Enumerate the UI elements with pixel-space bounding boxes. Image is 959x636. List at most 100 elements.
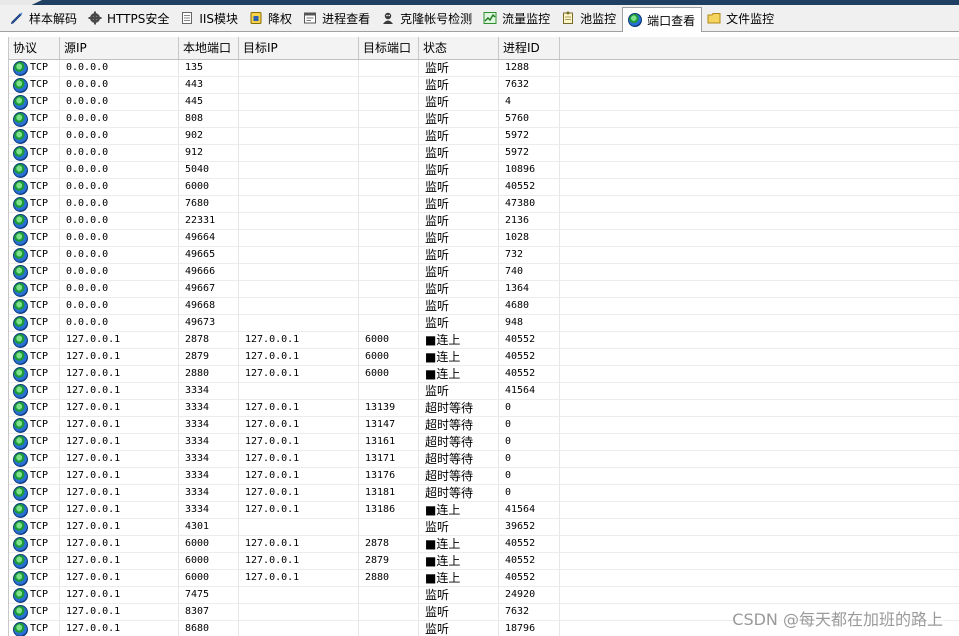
column-header-target-ip[interactable]: 目标IP (239, 37, 359, 59)
table-row[interactable]: TCP 0.0.0.0 5040 监听 10896 (9, 162, 959, 179)
cell-local-port: 3334 (179, 400, 239, 417)
table-row[interactable]: TCP 0.0.0.0 443 监听 7632 (9, 77, 959, 94)
cell-target-ip (239, 621, 359, 636)
table-row[interactable]: TCP 0.0.0.0 902 监听 5972 (9, 128, 959, 145)
cell-source-ip: 0.0.0.0 (60, 94, 179, 111)
tab-window[interactable]: 进程查看 (298, 7, 376, 29)
column-header-pid[interactable]: 进程ID (499, 37, 560, 59)
table-row[interactable]: TCP 127.0.0.1 3334 127.0.0.1 13186 ■连上 41564 (9, 502, 959, 519)
table-row[interactable]: TCP 127.0.0.1 3334 127.0.0.1 13181 超时等待 0 (9, 485, 959, 502)
table-row[interactable]: TCP 127.0.0.1 6000 127.0.0.1 2880 ■连上 40552 (9, 570, 959, 587)
cell-local-port: 6000 (179, 536, 239, 553)
table-row[interactable]: TCP 0.0.0.0 445 监听 4 (9, 94, 959, 111)
globe-icon (13, 553, 28, 569)
cell-state: 监听 (419, 247, 499, 264)
cell-target-port: 13176 (359, 468, 419, 485)
cell-local-port: 49664 (179, 230, 239, 247)
cell-local-port: 22331 (179, 213, 239, 230)
cell-protocol: TCP (9, 570, 60, 587)
cell-target-ip (239, 315, 359, 332)
column-header-source-ip[interactable]: 源IP (60, 37, 179, 59)
table-row[interactable]: TCP 0.0.0.0 49665 监听 732 (9, 247, 959, 264)
cell-source-ip: 127.0.0.1 (60, 349, 179, 366)
cell-filler (560, 196, 959, 213)
protocol-text: TCP (30, 555, 49, 566)
tab-document[interactable]: IIS模块 (175, 7, 244, 29)
cell-source-ip: 0.0.0.0 (60, 128, 179, 145)
protocol-text: TCP (30, 79, 49, 90)
table-row[interactable]: TCP 0.0.0.0 7680 监听 47380 (9, 196, 959, 213)
column-header-target-port[interactable]: 目标端口 (359, 37, 419, 59)
protocol-text: TCP (30, 351, 49, 362)
column-header-local-port[interactable]: 本地端口 (179, 37, 239, 59)
globe-icon (13, 604, 28, 620)
tab-notepad[interactable]: 池监控 (556, 7, 622, 29)
tab-gear[interactable]: HTTPS安全 (83, 7, 175, 29)
tab-user[interactable]: 克隆帐号检测 (376, 7, 478, 29)
table-row[interactable]: TCP 127.0.0.1 6000 127.0.0.1 2879 ■连上 40552 (9, 553, 959, 570)
table-row[interactable]: TCP 0.0.0.0 808 监听 5760 (9, 111, 959, 128)
port-table[interactable]: 协议 源IP 本地端口 目标IP 目标端口 状态 进程ID TCP 0.0.0.0 135 监听 1… (8, 37, 959, 636)
tab-label: 进程查看 (322, 11, 371, 26)
protocol-text: TCP (30, 606, 49, 617)
cell-local-port: 6000 (179, 570, 239, 587)
cell-protocol: TCP (9, 417, 60, 434)
table-row[interactable]: TCP 127.0.0.1 6000 127.0.0.1 2878 ■连上 40552 (9, 536, 959, 553)
cell-source-ip: 0.0.0.0 (60, 264, 179, 281)
cell-filler (560, 366, 959, 383)
cell-filler (560, 162, 959, 179)
cell-target-port (359, 179, 419, 196)
cell-source-ip: 0.0.0.0 (60, 281, 179, 298)
tab-label: 池监控 (580, 11, 617, 26)
tab-label: 流量监控 (502, 11, 551, 26)
cell-target-ip (239, 281, 359, 298)
table-row[interactable]: TCP 127.0.0.1 3334 127.0.0.1 13171 超时等待 0 (9, 451, 959, 468)
table-row[interactable]: TCP 0.0.0.0 49664 监听 1028 (9, 230, 959, 247)
cell-filler (560, 485, 959, 502)
table-row[interactable]: TCP 127.0.0.1 4301 监听 39652 (9, 519, 959, 536)
tab-lock[interactable]: 降权 (244, 7, 298, 29)
tab-label: 克隆帐号检测 (400, 11, 473, 26)
cell-pid: 0 (499, 451, 560, 468)
cell-filler (560, 570, 959, 587)
table-row[interactable]: TCP 127.0.0.1 3334 127.0.0.1 13176 超时等待 0 (9, 468, 959, 485)
column-header-protocol[interactable]: 协议 (9, 37, 60, 59)
globe-icon (13, 587, 28, 603)
pen-icon (9, 11, 24, 26)
table-row[interactable]: TCP 0.0.0.0 912 监听 5972 (9, 145, 959, 162)
tab-folder[interactable]: 文件监控 (702, 7, 780, 29)
cell-state: 监听 (419, 264, 499, 281)
tab-globe[interactable]: 端口查看 (622, 7, 703, 32)
table-row[interactable]: TCP 127.0.0.1 2880 127.0.0.1 6000 ■连上 40552 (9, 366, 959, 383)
table-row[interactable]: TCP 127.0.0.1 7475 监听 24920 (9, 587, 959, 604)
cell-filler (560, 383, 959, 400)
cell-pid: 40552 (499, 570, 560, 587)
protocol-text: TCP (30, 164, 49, 175)
table-row[interactable]: TCP 127.0.0.1 3334 监听 41564 (9, 383, 959, 400)
tab-pen[interactable]: 样本解码 (5, 7, 83, 29)
table-row[interactable]: TCP 0.0.0.0 49667 监听 1364 (9, 281, 959, 298)
table-row[interactable]: TCP 127.0.0.1 3334 127.0.0.1 13139 超时等待 0 (9, 400, 959, 417)
table-row[interactable]: TCP 127.0.0.1 3334 127.0.0.1 13147 超时等待 0 (9, 417, 959, 434)
cell-target-ip (239, 587, 359, 604)
table-row[interactable]: TCP 127.0.0.1 2878 127.0.0.1 6000 ■连上 40552 (9, 332, 959, 349)
tab-chart[interactable]: 流量监控 (478, 7, 556, 29)
protocol-text: TCP (30, 96, 49, 107)
table-row[interactable]: TCP 127.0.0.1 2879 127.0.0.1 6000 ■连上 40552 (9, 349, 959, 366)
cell-target-port (359, 621, 419, 636)
cell-state: 超时等待 (419, 451, 499, 468)
table-row[interactable]: TCP 0.0.0.0 49673 监听 948 (9, 315, 959, 332)
table-row[interactable]: TCP 127.0.0.1 3334 127.0.0.1 13161 超时等待 0 (9, 434, 959, 451)
cell-local-port: 4301 (179, 519, 239, 536)
column-header-state[interactable]: 状态 (419, 37, 499, 59)
table-row[interactable]: TCP 0.0.0.0 135 监听 1288 (9, 60, 959, 77)
cell-local-port: 3334 (179, 451, 239, 468)
table-row[interactable]: TCP 0.0.0.0 49666 监听 740 (9, 264, 959, 281)
table-row[interactable]: TCP 0.0.0.0 6000 监听 40552 (9, 179, 959, 196)
cell-source-ip: 127.0.0.1 (60, 451, 179, 468)
table-row[interactable]: TCP 0.0.0.0 49668 监听 4680 (9, 298, 959, 315)
cell-protocol: TCP (9, 179, 60, 196)
cell-local-port: 2879 (179, 349, 239, 366)
folder-icon (706, 11, 721, 26)
table-row[interactable]: TCP 0.0.0.0 22331 监听 2136 (9, 213, 959, 230)
